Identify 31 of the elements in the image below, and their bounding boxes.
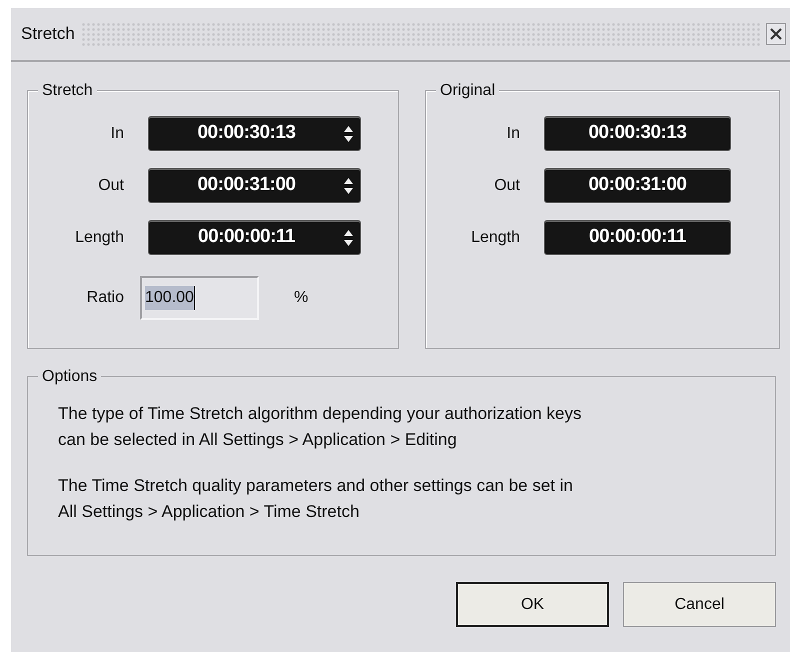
spin-arrows-icon[interactable] [344, 178, 353, 194]
field-label: Ratio [86, 288, 125, 308]
dialog-button[interactable]: Cancel [623, 582, 776, 627]
timecode-field[interactable]: 00:00:30:13 [148, 116, 361, 151]
timecode-field[interactable]: 00:00:31:00 [148, 168, 361, 203]
ratio-field[interactable]: 100.00 [140, 276, 259, 320]
timecode-value: 00:00:00:11 [197, 225, 296, 250]
timecode-field[interactable]: 00:00:00:11 [148, 220, 361, 255]
info-text: The type of Time Stretch algorithm depending your authorization keys can be selected in All Settings > Application > Editing [58, 403, 583, 451]
close-icon [770, 28, 782, 40]
field-label: Length [74, 228, 125, 248]
timecode-value: 00:00:30:13 [587, 121, 688, 146]
spin-arrows-icon[interactable] [344, 230, 353, 246]
timecode-value: 00:00:00:11 [588, 225, 687, 250]
field-label: In [110, 124, 125, 144]
field-label: Out [97, 176, 125, 196]
timecode-value: 00:00:30:13 [196, 121, 297, 146]
field-label: Out [493, 176, 521, 196]
field-label: Length [470, 228, 521, 248]
dialog-button[interactable]: OK [456, 582, 609, 627]
spin-arrows-icon[interactable] [344, 126, 353, 142]
timecode-value: 00:00:31:00 [196, 173, 297, 198]
timecode-value: 00:00:31:00 [587, 173, 688, 198]
unit-label: % [294, 288, 308, 308]
window-title: Stretch [21, 23, 75, 46]
timecode-field[interactable]: 00:00:00:11 [544, 220, 731, 255]
close-button[interactable] [766, 23, 786, 45]
field-label: In [506, 124, 521, 144]
info-text: The Time Stretch quality parameters and other settings can be set in All Settings > Application > Time Stretch [58, 475, 574, 523]
timecode-field[interactable]: 00:00:31:00 [544, 168, 731, 203]
timecode-field[interactable]: 00:00:30:13 [544, 116, 731, 151]
